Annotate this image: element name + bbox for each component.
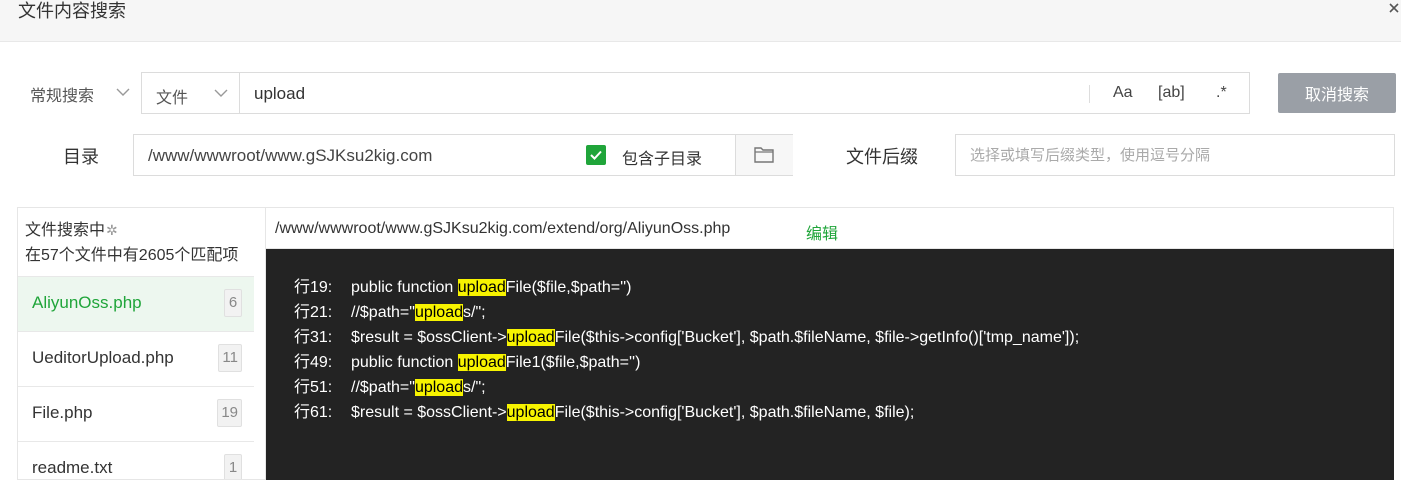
search-input[interactable] bbox=[240, 73, 1096, 115]
code-text: s/"; bbox=[463, 379, 486, 396]
match-count-badge: 6 bbox=[224, 289, 242, 317]
file-name: AliyunOss.php bbox=[32, 293, 142, 312]
file-list-item[interactable]: File.php 19 bbox=[18, 386, 254, 441]
match-highlight: upload bbox=[414, 379, 463, 396]
code-text: public function bbox=[351, 354, 458, 371]
search-type-label: 文件 bbox=[156, 90, 189, 107]
suffix-input[interactable] bbox=[955, 134, 1395, 176]
line-number: 行51: bbox=[294, 379, 333, 396]
dialog-title: 文件内容搜索 bbox=[18, 1, 126, 21]
spinner-icon: ✲ bbox=[106, 222, 118, 238]
code-text: File($this->config['Bucket'], $path.$fil… bbox=[554, 329, 1080, 346]
line-number: 行49: bbox=[294, 354, 333, 371]
code-preview: 行19: public function uploadFile($file,$pa… bbox=[266, 249, 1394, 480]
browse-folder-button[interactable] bbox=[735, 135, 793, 175]
match-count-badge: 19 bbox=[217, 399, 242, 427]
directory-box: 包含子目录 bbox=[133, 134, 793, 177]
directory-label: 目录 bbox=[63, 147, 99, 167]
chevron-down-icon bbox=[214, 89, 228, 97]
include-subdir-label: 包含子目录 bbox=[622, 151, 703, 168]
search-mode-select[interactable]: 常规搜索 bbox=[30, 73, 138, 114]
code-line: 行21: //$path="uploads/"; bbox=[294, 301, 1079, 326]
code-line: 行51: //$path="uploads/"; bbox=[294, 376, 1079, 401]
code-text: $result = $ossClient-> bbox=[351, 329, 507, 346]
search-status-text: 文件搜索中 bbox=[25, 222, 106, 239]
code-line: 行31: $result = $ossClient->uploadFile($th… bbox=[294, 326, 1079, 351]
preview-header: /www/wwwroot/www.gSJKsu2kig.com/extend/o… bbox=[266, 207, 1394, 249]
whole-word-toggle[interactable]: [ab] bbox=[1158, 84, 1185, 102]
regex-toggle[interactable]: .* bbox=[1216, 84, 1227, 102]
match-highlight: upload bbox=[414, 304, 463, 321]
code-text: public function bbox=[351, 279, 458, 296]
code-text: s/"; bbox=[463, 304, 486, 321]
match-highlight: upload bbox=[457, 279, 506, 296]
code-line: 行61: $result = $ossClient->uploadFile($th… bbox=[294, 401, 1079, 426]
code-text: $result = $ossClient-> bbox=[351, 404, 507, 421]
match-case-toggle[interactable]: Aa bbox=[1113, 84, 1133, 102]
line-number: 行19: bbox=[294, 279, 333, 296]
dialog-titlebar: 文件内容搜索 bbox=[0, 0, 1401, 42]
directory-input[interactable] bbox=[134, 135, 580, 177]
line-number: 行61: bbox=[294, 404, 333, 421]
code-lines: 行19: public function uploadFile($file,$pa… bbox=[294, 276, 1079, 426]
code-text: File($file,$path='') bbox=[505, 279, 632, 296]
chevron-down-icon bbox=[116, 88, 130, 96]
results-panel: 文件搜索中✲ 在57个文件中有2605个匹配项 AliyunOss.php 6 … bbox=[17, 207, 266, 480]
include-subdir-checkbox[interactable] bbox=[586, 145, 606, 165]
file-list-item[interactable]: readme.txt 1 bbox=[18, 441, 254, 479]
file-list-item[interactable]: AliyunOss.php 6 bbox=[18, 276, 254, 331]
options-divider bbox=[1089, 85, 1090, 103]
search-status: 文件搜索中✲ bbox=[25, 216, 118, 240]
code-line: 行19: public function uploadFile($file,$pa… bbox=[294, 276, 1079, 301]
match-highlight: upload bbox=[506, 329, 555, 346]
close-icon[interactable] bbox=[1387, 0, 1401, 22]
match-count-badge: 1 bbox=[224, 454, 242, 479]
match-summary: 在57个文件中有2605个匹配项 bbox=[25, 247, 239, 264]
line-number: 行21: bbox=[294, 304, 333, 321]
file-name: readme.txt bbox=[32, 458, 113, 477]
code-text: //$path=" bbox=[351, 379, 415, 396]
file-name: File.php bbox=[32, 403, 93, 422]
line-number: 行31: bbox=[294, 329, 333, 346]
code-text: File($this->config['Bucket'], $path.$fil… bbox=[554, 404, 915, 421]
search-box: 文件 Aa [ab] .* bbox=[141, 72, 1250, 115]
cancel-search-button[interactable]: 取消搜索 bbox=[1278, 73, 1396, 113]
match-highlight: upload bbox=[506, 404, 555, 421]
match-highlight: upload bbox=[457, 354, 506, 371]
code-text: //$path=" bbox=[351, 304, 415, 321]
code-text: File1($file,$path='') bbox=[505, 354, 641, 371]
edit-link[interactable]: 编辑 bbox=[806, 220, 838, 244]
search-type-select[interactable]: 文件 bbox=[142, 73, 240, 113]
file-name: UeditorUpload.php bbox=[32, 348, 174, 367]
folder-icon bbox=[754, 147, 774, 163]
suffix-label: 文件后缀 bbox=[846, 147, 918, 167]
preview-file-path: /www/wwwroot/www.gSJKsu2kig.com/extend/o… bbox=[275, 220, 731, 237]
code-line: 行49: public function uploadFile1($file,$p… bbox=[294, 351, 1079, 376]
search-mode-label: 常规搜索 bbox=[30, 87, 95, 105]
checkmark-icon bbox=[590, 150, 602, 160]
match-count-badge: 11 bbox=[218, 344, 242, 372]
file-list-item[interactable]: UeditorUpload.php 11 bbox=[18, 331, 254, 386]
